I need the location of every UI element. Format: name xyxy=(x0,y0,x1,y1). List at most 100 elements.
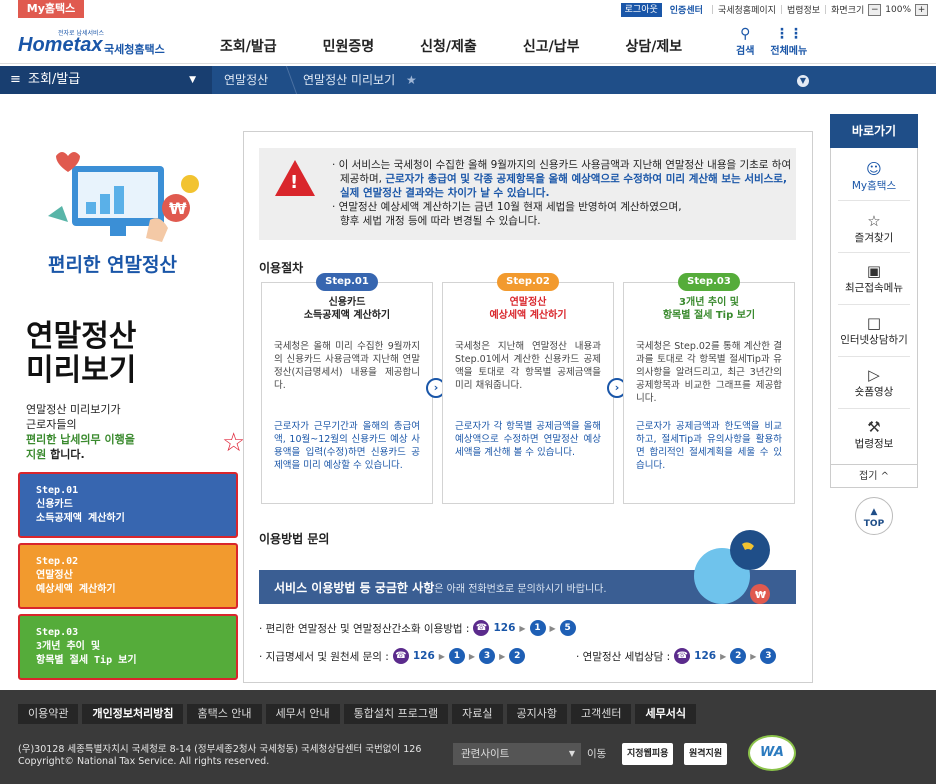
left-description: 연말정산 미리보기가 근로자들의 편리한 납세의무 이행을 지원 합니다. xyxy=(26,402,135,462)
contact-line-1: · 편리한 연말정산 및 연말정산간소화 이용방법 : ☎ 126 ▶ 1 ▶ … xyxy=(259,620,576,636)
search-label: 검색 xyxy=(736,46,755,57)
step2-button[interactable]: Step.02 연말정산 예상세액 계산하기 xyxy=(18,543,238,609)
quick-recent-menu[interactable]: ▣ 최근접속메뉴 xyxy=(830,262,918,295)
footer-tax-forms[interactable]: 세무서식 xyxy=(635,704,696,724)
menu-number: 3 xyxy=(760,648,777,664)
step2-line3: 예상세액 계산하기 xyxy=(36,584,116,595)
breadcrumb-item-yearend[interactable]: 연말정산 xyxy=(224,66,268,94)
recent-search-icon: ▣ xyxy=(866,262,882,280)
all-menu-button[interactable]: ⋮⋮ 전체메뉴 xyxy=(770,26,807,57)
search-button[interactable]: ⚲ 검색 xyxy=(736,26,754,57)
step1-line3: 소득공제액 계산하기 xyxy=(36,513,125,524)
contact-line-3: · 연말정산 세법상담 : ☎ 126 ▶ 2 ▶ 3 xyxy=(576,648,777,664)
footer-customer-center[interactable]: 고객센터 xyxy=(571,704,632,724)
procedure-head1-3: 3개년 추이 및 xyxy=(679,297,739,308)
quick-shortform-video[interactable]: ▷ 숏폼영상 xyxy=(830,366,918,399)
nav-apply[interactable]: 신청/제출 xyxy=(420,36,477,56)
menu-number: 3 xyxy=(479,648,496,664)
quick-panel-title: 바로가기 xyxy=(830,114,918,148)
arrow-icon: ▶ xyxy=(468,651,476,661)
procedure-body-3: 국세청은 Step.02를 통해 계산한 결과를 토대로 각 항목별 절세Tip… xyxy=(636,341,782,404)
arrow-icon: ▶ xyxy=(438,651,445,661)
separator: | xyxy=(710,4,714,15)
footer-address: (우)30128 세종특별자치시 국세청로 8-14 (정부세종2청사 국세청동… xyxy=(18,744,421,768)
quick-label: 최근접속메뉴 xyxy=(845,282,903,294)
procedure-head1-2: 연말정산 xyxy=(509,297,547,308)
procedure-head1-1: 신용카드 xyxy=(328,297,366,308)
procedure-pill-3: Step.03 xyxy=(678,273,740,291)
related-sites-select[interactable]: 관련사이트 ▼ xyxy=(453,743,581,765)
nav-consult[interactable]: 상담/제보 xyxy=(625,36,682,56)
hometax-logo[interactable]: 전자로 납세서비스 Hometax 국세청홈택스 xyxy=(18,28,168,60)
designated-badge[interactable]: 지정웹피용 xyxy=(622,743,674,765)
step1-label: Step.01 xyxy=(36,485,79,496)
gavel-icon: ⚒ xyxy=(867,418,881,436)
step3-button[interactable]: Step.03 3개년 추이 및 항목별 절세 Tip 보기 xyxy=(18,614,238,680)
my-hometax-tab[interactable]: My홈택스 xyxy=(18,0,84,18)
menu-number: 1 xyxy=(448,648,465,664)
desc-line1: 연말정산 미리보기가 xyxy=(26,403,121,416)
zoom-out-button[interactable]: − xyxy=(868,3,882,16)
header-icons: ⚲ 검색 ⋮⋮ 전체메뉴 xyxy=(736,26,807,57)
zoom-level: 100% xyxy=(885,4,911,15)
favorite-star-icon[interactable]: ★ xyxy=(406,66,417,94)
page-title: 연말정산 미리보기 xyxy=(26,320,136,388)
footer-terms[interactable]: 이용약관 xyxy=(18,704,79,724)
divider xyxy=(838,356,910,357)
contact-line1-number: 126 xyxy=(493,622,516,634)
cert-center-link[interactable]: 인증센터 xyxy=(666,3,707,16)
footer-privacy[interactable]: 개인정보처리방침 xyxy=(82,704,184,724)
contact-line-2: · 지급명세서 및 원천세 문의 : ☎ 126 ▶ 1 ▶ 3 ▶ 2 xyxy=(259,648,526,664)
nts-homepage-link[interactable]: 국세청홈페이지 xyxy=(718,3,776,16)
menu-number: 1 xyxy=(529,620,546,636)
step3-label: Step.03 xyxy=(36,627,79,638)
page-title-line2: 미리보기 xyxy=(26,353,137,388)
phone-icon: ☎ xyxy=(392,648,409,664)
arrow-icon: ▶ xyxy=(750,651,757,661)
step3-line3: 항목별 절세 Tip 보기 xyxy=(36,655,137,666)
law-info-link[interactable]: 법령정보 xyxy=(787,3,820,16)
svg-text:₩: ₩ xyxy=(169,199,187,218)
search-icon: ⚲ xyxy=(740,26,751,42)
nav-report-pay[interactable]: 신고/납부 xyxy=(523,36,580,56)
footer-taxoffice-guide[interactable]: 세무서 안내 xyxy=(265,704,340,724)
footer-install[interactable]: 통합설치 프로그램 xyxy=(343,704,449,724)
breadcrumb-menu-dropdown[interactable]: ≡ 조회/발급 ▼ xyxy=(0,66,212,94)
quick-law-info[interactable]: ⚒ 법령정보 xyxy=(830,418,918,451)
related-go-button[interactable]: 이동 xyxy=(587,743,606,765)
nav-certificate[interactable]: 민원증명 xyxy=(323,36,375,56)
nav-inquiry[interactable]: 조회/발급 xyxy=(220,36,277,56)
quick-fold-button[interactable]: 접기 ^ xyxy=(830,464,918,488)
phone-illustration: ₩ xyxy=(694,530,770,604)
breadcrumb-expand-icon[interactable]: ▼ xyxy=(797,75,809,87)
remote-support-button[interactable]: 원격지원 xyxy=(684,743,728,765)
person-icon: ☺ xyxy=(866,160,882,178)
main-nav: 조회/발급 민원증명 신청/제출 신고/납부 상담/제보 xyxy=(220,36,728,56)
procedure-head2-3: 항목별 절세 Tip 보기 xyxy=(662,310,756,321)
notice-line2a: 제공하며, xyxy=(340,173,386,185)
phone-icon: ☎ xyxy=(473,620,490,636)
quick-favorites[interactable]: ☆ 즐겨찾기 xyxy=(830,212,918,245)
quick-my-hometax[interactable]: ☺ My홈택스 xyxy=(830,160,918,193)
footer-notice[interactable]: 공지사항 xyxy=(506,704,567,724)
contact-banner-bold: 서비스 이용방법 등 궁금한 사항 xyxy=(274,581,435,595)
procedure-note-2: 근로자가 각 항목별 공제금액을 올해예상액으로 수정하면 연말정산 예상세액을… xyxy=(455,421,601,458)
logout-button[interactable]: 로그아웃 xyxy=(620,2,662,17)
play-icon: ▷ xyxy=(868,366,880,384)
footer-archive[interactable]: 자료실 xyxy=(452,704,503,724)
notice-line1: · 이 서비스는 국세청이 수집한 올해 9월까지의 신용카드 사용금액과 지난… xyxy=(332,159,792,171)
step3-line2: 3개년 추이 및 xyxy=(36,641,101,652)
footer-address-line: (우)30128 세종특별자치시 국세청로 8-14 (정부세종2청사 국세청동… xyxy=(18,744,422,755)
footer-hometax-guide[interactable]: 홈택스 안내 xyxy=(187,704,262,724)
menu-number: 2 xyxy=(730,648,747,664)
breadcrumb-item-preview: 연말정산 미리보기 xyxy=(303,73,396,87)
step1-button[interactable]: Step.01 신용카드 소득공제액 계산하기 xyxy=(18,472,238,538)
scroll-top-button[interactable]: ▲ TOP xyxy=(855,497,893,535)
notice-line2b: 근로자가 총급여 및 각종 공제항목을 올해 예상액으로 수정하여 미리 계산해… xyxy=(385,173,787,185)
arrow-up-icon: ▲ xyxy=(870,507,878,517)
monitor-icon: □ xyxy=(866,314,882,332)
quick-online-consult[interactable]: □ 인터넷상담하기 xyxy=(830,314,918,347)
contact-line3-label: · 연말정산 세법상담 : xyxy=(576,650,671,663)
zoom-in-button[interactable]: + xyxy=(915,3,928,16)
procedure-body-1: 국세청은 올해 미리 수집한 9월까지의 신용카드 사용금액과 지난해 연말정산… xyxy=(274,341,420,391)
